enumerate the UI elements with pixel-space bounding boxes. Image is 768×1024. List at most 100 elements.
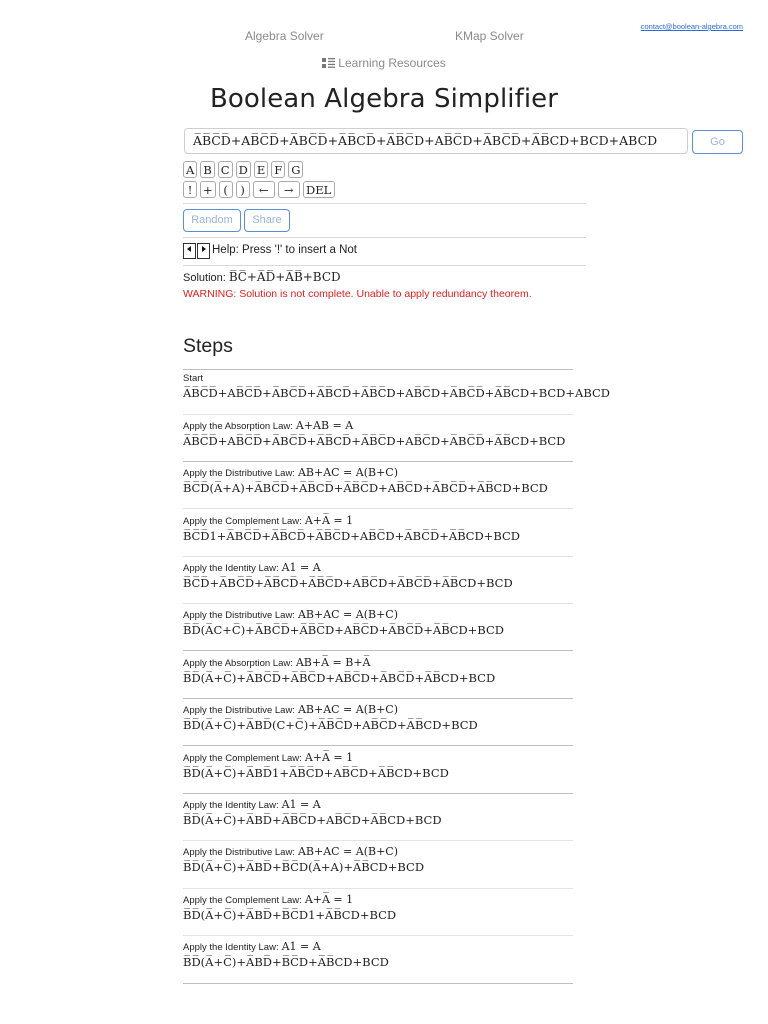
step-label: Apply the Complement Law: A+A̅ = 1 bbox=[183, 751, 354, 764]
step-divider bbox=[183, 745, 573, 746]
nav-algebra-solver[interactable]: Algebra Solver bbox=[245, 29, 324, 43]
key-close-paren[interactable]: ) bbox=[235, 181, 250, 198]
step-expression: B̅D̅(A̅+C̅)+A̅BD̅+A̅B̅C̅D+AB̅C̅D+A̅B̅CD+… bbox=[183, 813, 442, 827]
help-text: Help: Press '!' to insert a Not bbox=[212, 244, 358, 256]
key-or[interactable]: + bbox=[200, 181, 216, 198]
solution-expression: B̅C̅+A̅D̅+A̅B̅+BCD bbox=[228, 270, 341, 284]
step-expression: B̅D̅(A̅+C̅)+A̅BD̅(C+C̅)+A̅B̅C̅D+AB̅C̅D+A… bbox=[183, 718, 478, 732]
key-e[interactable]: E bbox=[253, 161, 269, 178]
key-not[interactable]: ! bbox=[183, 181, 197, 198]
step-expression: B̅D̅(A̅+C̅)+A̅BD̅+B̅C̅D+A̅B̅CD+BCD bbox=[183, 955, 389, 969]
step-label: Apply the Distributive Law: AB+AC = A(B+C… bbox=[183, 703, 399, 716]
contact-email-link[interactable]: contact@boolean-algebra.com bbox=[641, 22, 743, 31]
step-expression: B̅C̅D̅+A̅BC̅D̅+A̅B̅CD̅+A̅B̅C̅D+AB̅C̅D+A̅… bbox=[183, 576, 513, 590]
keyboard-row-operators: ! + ( ) ← → DEL bbox=[183, 181, 335, 198]
step-divider bbox=[183, 603, 573, 604]
step-divider bbox=[183, 840, 573, 841]
cursor-left-button[interactable] bbox=[183, 243, 196, 259]
step-label: Apply the Distributive Law: AB+AC = A(B+C… bbox=[183, 608, 399, 621]
cursor-right-button[interactable] bbox=[197, 243, 210, 259]
step-expression: B̅D̅(A̅+C̅)+A̅BD̅+B̅C̅D(A̅+A)+A̅B̅CD+BCD bbox=[183, 860, 425, 874]
step-label: Apply the Identity Law: A1 = A bbox=[183, 798, 321, 811]
key-open-paren[interactable]: ( bbox=[218, 181, 233, 198]
step-item: Apply the Distributive Law: AB+AC = A(B+C… bbox=[183, 608, 573, 637]
step-item: Apply the Identity Law: A1 = A B̅C̅D̅+A̅B… bbox=[183, 561, 573, 590]
step-divider bbox=[183, 935, 573, 936]
step-divider bbox=[183, 508, 573, 509]
law-formula: AB+AC = A(B+C) bbox=[297, 845, 399, 858]
solution-line: Solution: B̅C̅+A̅D̅+A̅B̅+BCD bbox=[183, 270, 341, 284]
step-expression: B̅D̅(A̅+C̅)+A̅BD̅1+A̅B̅C̅D+AB̅C̅D+A̅B̅CD… bbox=[183, 766, 449, 780]
learning-resources-link[interactable]: Learning Resources bbox=[0, 56, 768, 70]
key-b[interactable]: B bbox=[200, 161, 215, 178]
step-expression: A̅B̅C̅D̅+AB̅C̅D̅+A̅BC̅D̅+A̅B̅CD̅+A̅B̅C̅D… bbox=[183, 434, 566, 448]
law-formula: AB+A̅ = B+A̅ bbox=[295, 656, 371, 669]
step-label: Apply the Complement Law: A+A̅ = 1 bbox=[183, 514, 354, 527]
key-a[interactable]: A bbox=[183, 161, 198, 178]
step-item: Apply the Absorption Law: AB+A̅ = B+A̅ B̅… bbox=[183, 656, 573, 685]
key-left-arrow[interactable]: ← bbox=[252, 181, 275, 198]
key-c[interactable]: C bbox=[217, 161, 233, 178]
step-divider bbox=[183, 414, 573, 415]
step-item: Apply the Identity Law: A1 = A B̅D̅(A̅+C̅… bbox=[183, 940, 573, 969]
divider bbox=[183, 237, 586, 238]
step-divider bbox=[183, 698, 573, 699]
expression-input[interactable]: A̅B̅C̅D̅+AB̅C̅D̅+A̅BC̅D̅+A̅B̅CD̅+A̅B̅C̅D… bbox=[184, 128, 688, 154]
step-label: Apply the Identity Law: A1 = A bbox=[183, 561, 321, 574]
law-formula: A1 = A bbox=[281, 940, 321, 953]
step-divider bbox=[183, 888, 573, 889]
step-divider bbox=[183, 793, 573, 794]
step-label: Apply the Distributive Law: AB+AC = A(B+C… bbox=[183, 845, 399, 858]
step-divider bbox=[183, 983, 573, 984]
key-delete[interactable]: DEL bbox=[302, 181, 335, 198]
step-label: Apply the Absorption Law: A+AB = A bbox=[183, 419, 354, 432]
key-g[interactable]: G bbox=[288, 161, 304, 178]
learning-resources-label: Learning Resources bbox=[338, 56, 446, 70]
solution-warning: WARNING: Solution is not complete. Unabl… bbox=[183, 288, 532, 300]
step-expression: B̅C̅D̅1+A̅BC̅D̅+A̅B̅CD̅+A̅B̅C̅D+AB̅C̅D+A… bbox=[183, 529, 520, 543]
step-divider bbox=[183, 461, 573, 462]
law-formula: A1 = A bbox=[281, 798, 321, 811]
step-item: Apply the Complement Law: A+A̅ = 1 B̅D̅(A… bbox=[183, 751, 573, 780]
step-label: Apply the Complement Law: A+A̅ = 1 bbox=[183, 893, 354, 906]
nav-kmap-solver[interactable]: KMap Solver bbox=[455, 29, 524, 43]
go-button[interactable]: Go bbox=[692, 130, 743, 154]
step-item: Apply the Complement Law: A+A̅ = 1 B̅C̅D̅… bbox=[183, 514, 573, 543]
share-button[interactable]: Share bbox=[244, 209, 290, 232]
step-item: Apply the Complement Law: A+A̅ = 1 B̅D̅(A… bbox=[183, 893, 573, 922]
steps-heading: Steps bbox=[183, 335, 233, 357]
step-label: Apply the Identity Law: A1 = A bbox=[183, 940, 321, 953]
step-label: Start bbox=[183, 373, 204, 384]
step-divider bbox=[183, 556, 573, 557]
key-right-arrow[interactable]: → bbox=[277, 181, 300, 198]
step-expression: B̅D̅(A̅+C̅)+A̅BC̅D̅+A̅B̅C̅D+AB̅C̅D+A̅BC̅… bbox=[183, 671, 496, 685]
solution-label: Solution: bbox=[183, 272, 226, 284]
step-expression: B̅C̅D̅(A̅+A)+A̅BC̅D̅+A̅B̅CD̅+A̅B̅C̅D+AB̅… bbox=[183, 481, 548, 495]
law-formula: AB+AC = A(B+C) bbox=[297, 703, 399, 716]
steps-divider bbox=[183, 369, 573, 370]
step-item: Apply the Distributive Law: AB+AC = A(B+C… bbox=[183, 845, 573, 874]
law-formula: A1 = A bbox=[281, 561, 321, 574]
step-item: Apply the Absorption Law: A+AB = A A̅B̅C̅… bbox=[183, 419, 573, 448]
random-button[interactable]: Random bbox=[183, 209, 241, 232]
list-icon bbox=[322, 58, 336, 68]
divider bbox=[183, 203, 586, 204]
key-d[interactable]: D bbox=[235, 161, 251, 178]
step-divider bbox=[183, 650, 573, 651]
keyboard-row-letters: A B C D E F G bbox=[183, 161, 304, 178]
page-title: Boolean Algebra Simplifier bbox=[209, 84, 559, 114]
step-label: Apply the Distributive Law: AB+AC = A(B+C… bbox=[183, 466, 399, 479]
step-label: Apply the Absorption Law: AB+A̅ = B+A̅ bbox=[183, 656, 371, 669]
step-item: Start A̅B̅C̅D̅+AB̅C̅D̅+A̅BC̅D̅+A̅B̅CD̅+A… bbox=[183, 373, 611, 400]
law-formula: A+A̅ = 1 bbox=[304, 751, 354, 764]
key-f[interactable]: F bbox=[271, 161, 286, 178]
step-expression: A̅B̅C̅D̅+AB̅C̅D̅+A̅BC̅D̅+A̅B̅CD̅+A̅B̅C̅D… bbox=[183, 386, 611, 400]
law-formula: A+A̅ = 1 bbox=[304, 893, 354, 906]
law-formula: A+AB = A bbox=[295, 419, 354, 432]
law-formula: AB+AC = A(B+C) bbox=[297, 466, 399, 479]
caret-right-icon bbox=[202, 246, 206, 252]
law-formula: A+A̅ = 1 bbox=[304, 514, 354, 527]
step-expression: B̅D̅(A̅+C̅)+A̅BD̅+B̅C̅D1+A̅B̅CD+BCD bbox=[183, 908, 397, 922]
step-item: Apply the Distributive Law: AB+AC = A(B+C… bbox=[183, 466, 573, 495]
caret-left-icon bbox=[187, 246, 191, 252]
